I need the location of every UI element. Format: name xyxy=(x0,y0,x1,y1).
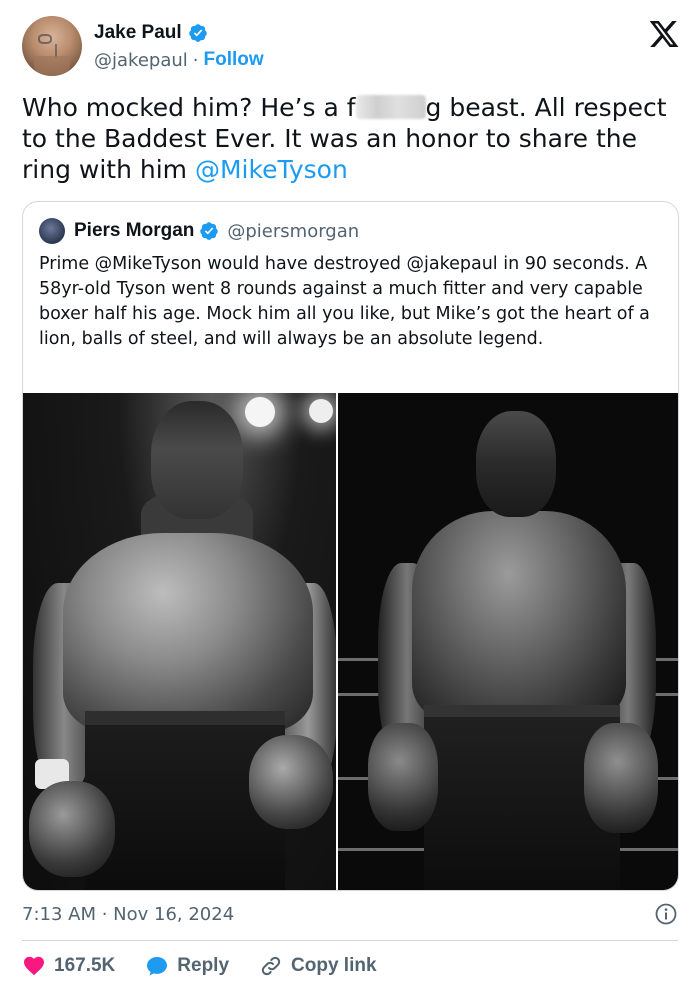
link-icon xyxy=(261,956,281,976)
reply-button[interactable]: Reply xyxy=(145,954,229,978)
author-avatar[interactable] xyxy=(22,16,82,76)
x-logo-icon[interactable] xyxy=(648,18,680,50)
fighter-shape xyxy=(151,401,243,519)
fighter-shape xyxy=(476,411,556,517)
tweet-mention-link[interactable]: @MikeTyson xyxy=(195,155,348,184)
avatar-detail xyxy=(38,34,52,44)
divider xyxy=(22,940,678,941)
censored-word xyxy=(355,95,426,119)
boxing-glove xyxy=(29,781,115,877)
reply-bubble-icon xyxy=(147,957,168,976)
fighter-shape xyxy=(412,511,626,721)
avatar-detail xyxy=(34,56,70,76)
tweet-header: Jake Paul @jakepaul · Follow xyxy=(22,14,682,78)
tweet-text: Who mocked him? He’s a fg beast. All res… xyxy=(22,92,682,185)
quote-text: Prime @MikeTyson would have destroyed @j… xyxy=(39,254,650,349)
quote-author-handle: @piersmorgan xyxy=(227,220,360,242)
photo-young-boxer[interactable] xyxy=(23,393,336,890)
author-handle[interactable]: @jakepaul xyxy=(94,50,188,71)
quote-header: Piers Morgan @piersmorgan xyxy=(39,218,359,244)
reply-label: Reply xyxy=(177,955,230,976)
copy-link-button[interactable]: Copy link xyxy=(259,954,377,978)
like-button[interactable]: 167.5K xyxy=(22,954,115,978)
quote-avatar xyxy=(39,218,65,244)
info-icon[interactable] xyxy=(654,902,678,926)
separator-dot: · xyxy=(192,49,199,71)
boxing-glove xyxy=(584,723,658,833)
heart-icon xyxy=(24,956,44,976)
quoted-tweet-card[interactable]: Piers Morgan @piersmorgan Prime @MikeTys… xyxy=(22,201,679,891)
author-name[interactable]: Jake Paul xyxy=(94,22,182,44)
quote-media[interactable] xyxy=(23,393,678,890)
verified-badge-icon xyxy=(200,222,219,240)
like-count: 167.5K xyxy=(54,955,116,976)
verified-badge-icon xyxy=(188,24,207,42)
tweet-text-part: Who mocked him? He’s a f xyxy=(22,93,356,122)
author-name-row: Jake Paul xyxy=(94,22,208,44)
copy-link-label: Copy link xyxy=(291,955,377,976)
author-handle-row: @jakepaul · Follow xyxy=(94,49,264,71)
boxing-glove xyxy=(368,723,438,831)
quote-author-name: Piers Morgan xyxy=(74,220,195,241)
arena-light xyxy=(245,397,275,427)
tweet-actions: 167.5K Reply Copy link xyxy=(22,950,407,982)
photo-older-boxer[interactable] xyxy=(338,393,678,890)
arena-light xyxy=(309,399,333,423)
timestamp-row: 7:13 AM · Nov 16, 2024 xyxy=(22,900,678,928)
follow-button[interactable]: Follow xyxy=(204,49,264,71)
fighter-shape xyxy=(63,533,313,733)
tweet-timestamp[interactable]: 7:13 AM · Nov 16, 2024 xyxy=(22,904,234,925)
boxing-glove xyxy=(249,735,333,829)
